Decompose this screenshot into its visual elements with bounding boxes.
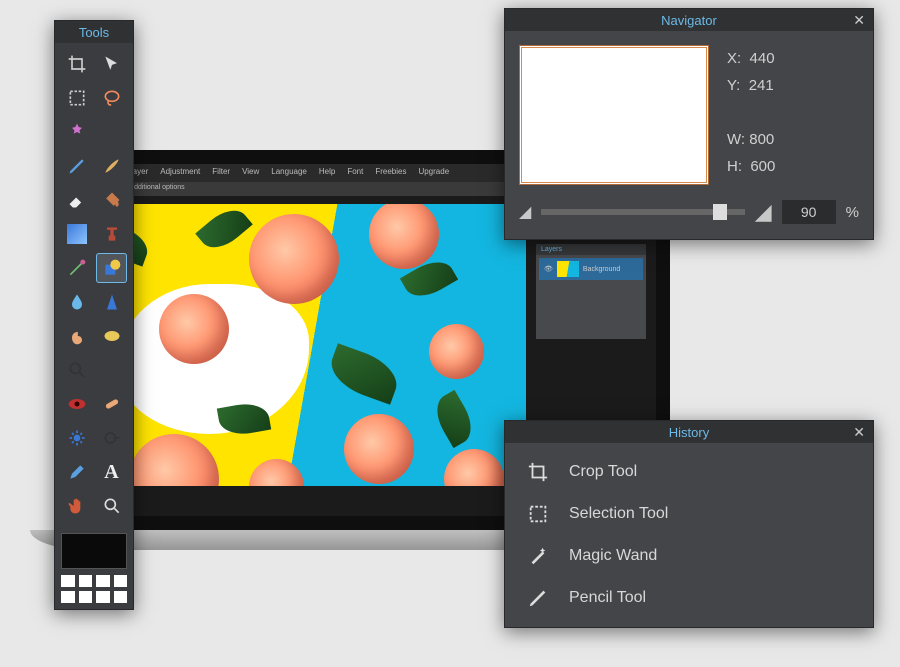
gradient-tool[interactable] [61, 219, 92, 249]
marquee-tool[interactable] [61, 83, 92, 113]
menu-item[interactable]: Freebies [375, 167, 406, 179]
menu-item[interactable]: Filter [212, 167, 230, 179]
percent-label: % [846, 204, 859, 221]
menu-item[interactable]: Help [319, 167, 335, 179]
history-item-selection[interactable]: Selection Tool [505, 493, 873, 535]
swatch[interactable] [114, 575, 128, 587]
menu-item[interactable]: Language [271, 167, 307, 179]
zoom-value[interactable]: 90 [782, 200, 836, 224]
magnify-tool[interactable] [96, 491, 127, 521]
history-item-label: Crop Tool [569, 463, 637, 481]
zoom-out-icon[interactable]: ◢ [519, 202, 531, 222]
color-swatches[interactable] [55, 527, 133, 609]
navigator-panel-header[interactable]: Navigator ✕ [505, 9, 873, 31]
pencil-icon [525, 587, 551, 609]
swatch[interactable] [96, 591, 110, 603]
foreground-color[interactable] [61, 533, 127, 569]
smudge-tool[interactable] [61, 321, 92, 351]
sharpen-tool[interactable] [96, 287, 127, 317]
zoom-in-icon[interactable]: ◢ [755, 199, 772, 225]
text-tool[interactable]: A [96, 457, 127, 487]
tools-panel: Tools A [54, 20, 134, 610]
eraser-tool[interactable] [61, 185, 92, 215]
eyedropper-tool[interactable] [61, 457, 92, 487]
zoom-tool[interactable] [61, 355, 92, 385]
swatch[interactable] [79, 591, 93, 603]
liquify-tool[interactable] [61, 423, 92, 453]
navigator-panel-title: Navigator [661, 13, 717, 28]
history-panel-header[interactable]: History ✕ [505, 421, 873, 443]
menu-item[interactable]: View [242, 167, 259, 179]
history-item-label: Selection Tool [569, 505, 668, 523]
shape-tool[interactable] [96, 253, 127, 283]
close-icon[interactable]: ✕ [853, 12, 865, 29]
zoom-slider[interactable] [541, 209, 744, 215]
swatch[interactable] [114, 591, 128, 603]
blur-tool[interactable] [61, 287, 92, 317]
history-item-label: Pencil Tool [569, 589, 646, 607]
brush-tool[interactable] [96, 151, 127, 181]
swatch[interactable] [61, 591, 75, 603]
navigator-thumbnail[interactable] [519, 45, 709, 185]
history-panel: History ✕ Crop Tool Selection Tool Magic… [504, 420, 874, 628]
navigator-info: X: 440 Y: 241 W: 800 H: 600 [727, 45, 775, 185]
magic-wand-icon [525, 545, 551, 567]
move-tool[interactable] [96, 49, 127, 79]
sponge-tool[interactable] [96, 321, 127, 351]
crop-icon [525, 461, 551, 483]
dodge-tool[interactable] [96, 423, 127, 453]
lasso-tool[interactable] [96, 83, 127, 113]
layer-name: Background [583, 266, 620, 273]
swatch[interactable] [96, 575, 110, 587]
history-item-pencil[interactable]: Pencil Tool [505, 577, 873, 619]
layers-mini-panel[interactable]: Layers 👁 Background [536, 244, 646, 339]
tools-panel-title: Tools [79, 25, 109, 40]
layers-title: Layers [536, 244, 646, 255]
tools-panel-header[interactable]: Tools [55, 21, 133, 43]
empty-slot [96, 117, 127, 147]
navigator-panel: Navigator ✕ X: 440 Y: 241 W: 800 H: 600 … [504, 8, 874, 240]
clone-stamp-tool[interactable] [96, 219, 127, 249]
swatch[interactable] [61, 575, 75, 587]
selection-icon [525, 503, 551, 525]
hand-tool[interactable] [61, 491, 92, 521]
close-icon[interactable]: ✕ [853, 424, 865, 441]
magic-wand-tool[interactable] [61, 117, 92, 147]
history-item-label: Magic Wand [569, 547, 657, 565]
paint-bucket-tool[interactable] [96, 185, 127, 215]
swatch[interactable] [79, 575, 93, 587]
color-replace-tool[interactable] [61, 253, 92, 283]
crop-tool[interactable] [61, 49, 92, 79]
menu-item[interactable]: Adjustment [160, 167, 200, 179]
pencil-tool[interactable] [61, 151, 92, 181]
history-item-crop[interactable]: Crop Tool [505, 451, 873, 493]
empty-slot [96, 355, 127, 385]
menu-item[interactable]: Upgrade [418, 167, 449, 179]
layer-row[interactable]: 👁 Background [539, 258, 643, 280]
heal-tool[interactable] [96, 389, 127, 419]
menu-item[interactable]: Font [347, 167, 363, 179]
red-eye-tool[interactable] [61, 389, 92, 419]
history-item-magic-wand[interactable]: Magic Wand [505, 535, 873, 577]
canvas[interactable] [99, 204, 526, 486]
history-panel-title: History [669, 425, 709, 440]
